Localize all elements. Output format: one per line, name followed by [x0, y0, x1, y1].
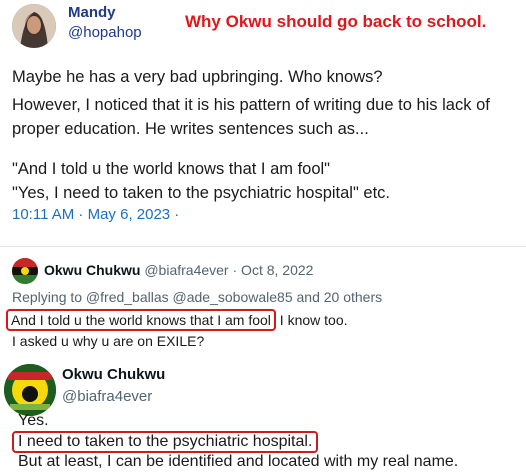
avatar[interactable] [12, 258, 38, 284]
tweet-line: However, I noticed that it is his patter… [12, 96, 490, 114]
reply-line-1: And I told u the world knows that I am f… [6, 309, 348, 331]
post2-line-3: But at least, I can be identified and lo… [18, 453, 459, 470]
tweet-quote-line: "Yes, I need to taken to the psychiatric… [12, 184, 390, 202]
biafra-logo-icon [4, 364, 56, 416]
reply-line-2: I asked u why u are on EXILE? [12, 333, 205, 349]
flag-avatar-icon [12, 258, 38, 284]
reply-author-handle[interactable]: @biafra4ever [144, 262, 228, 278]
highlight-box: And I told u the world knows that I am f… [6, 309, 276, 331]
reply-date[interactable]: · Oct 8, 2022 [233, 262, 314, 278]
author-handle[interactable]: @hopahop [68, 24, 142, 41]
tweet-line: Maybe he has a very bad upbringing. Who … [12, 68, 383, 86]
divider [0, 246, 526, 247]
reply-author-name[interactable]: Okwu Chukwu [44, 262, 140, 278]
highlight-box: I need to taken to the psychiatric hospi… [12, 431, 319, 453]
post2-line-1: Yes. [18, 412, 49, 429]
post2-author-name[interactable]: Okwu Chukwu [62, 366, 165, 383]
tweet-line: proper education. He writes sentences su… [12, 120, 369, 138]
reply-header: Okwu Chukwu @biafra4ever · Oct 8, 2022 [44, 262, 313, 278]
post2-author-handle[interactable]: @biafra4ever [62, 388, 152, 405]
author-name[interactable]: Mandy [68, 4, 116, 21]
reply-line-rest: I know too. [275, 312, 348, 328]
replying-to: Replying to @fred_ballas @ade_sobowale85… [12, 289, 383, 305]
headline-annotation: Why Okwu should go back to school. [185, 12, 487, 31]
avatar[interactable] [4, 364, 56, 416]
avatar[interactable] [12, 4, 56, 48]
person-photo-icon [12, 4, 56, 48]
tweet-quote-line: "And I told u the world knows that I am … [12, 160, 331, 178]
tweet-timestamp[interactable]: 10:11 AM · May 6, 2023 · [12, 206, 179, 223]
